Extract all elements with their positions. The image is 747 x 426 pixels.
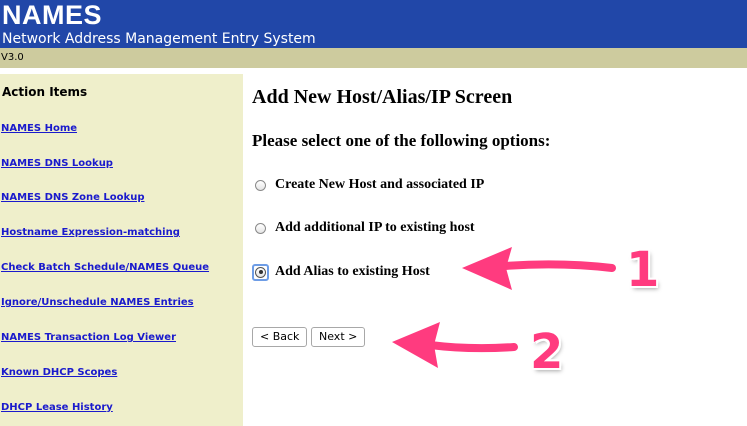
arrow-2 [392,322,518,368]
arrow-1 [462,247,616,290]
annotation-arrows [392,247,616,368]
annotation-number-2: 2 [530,324,564,380]
annotation-number-1: 1 [626,242,660,298]
